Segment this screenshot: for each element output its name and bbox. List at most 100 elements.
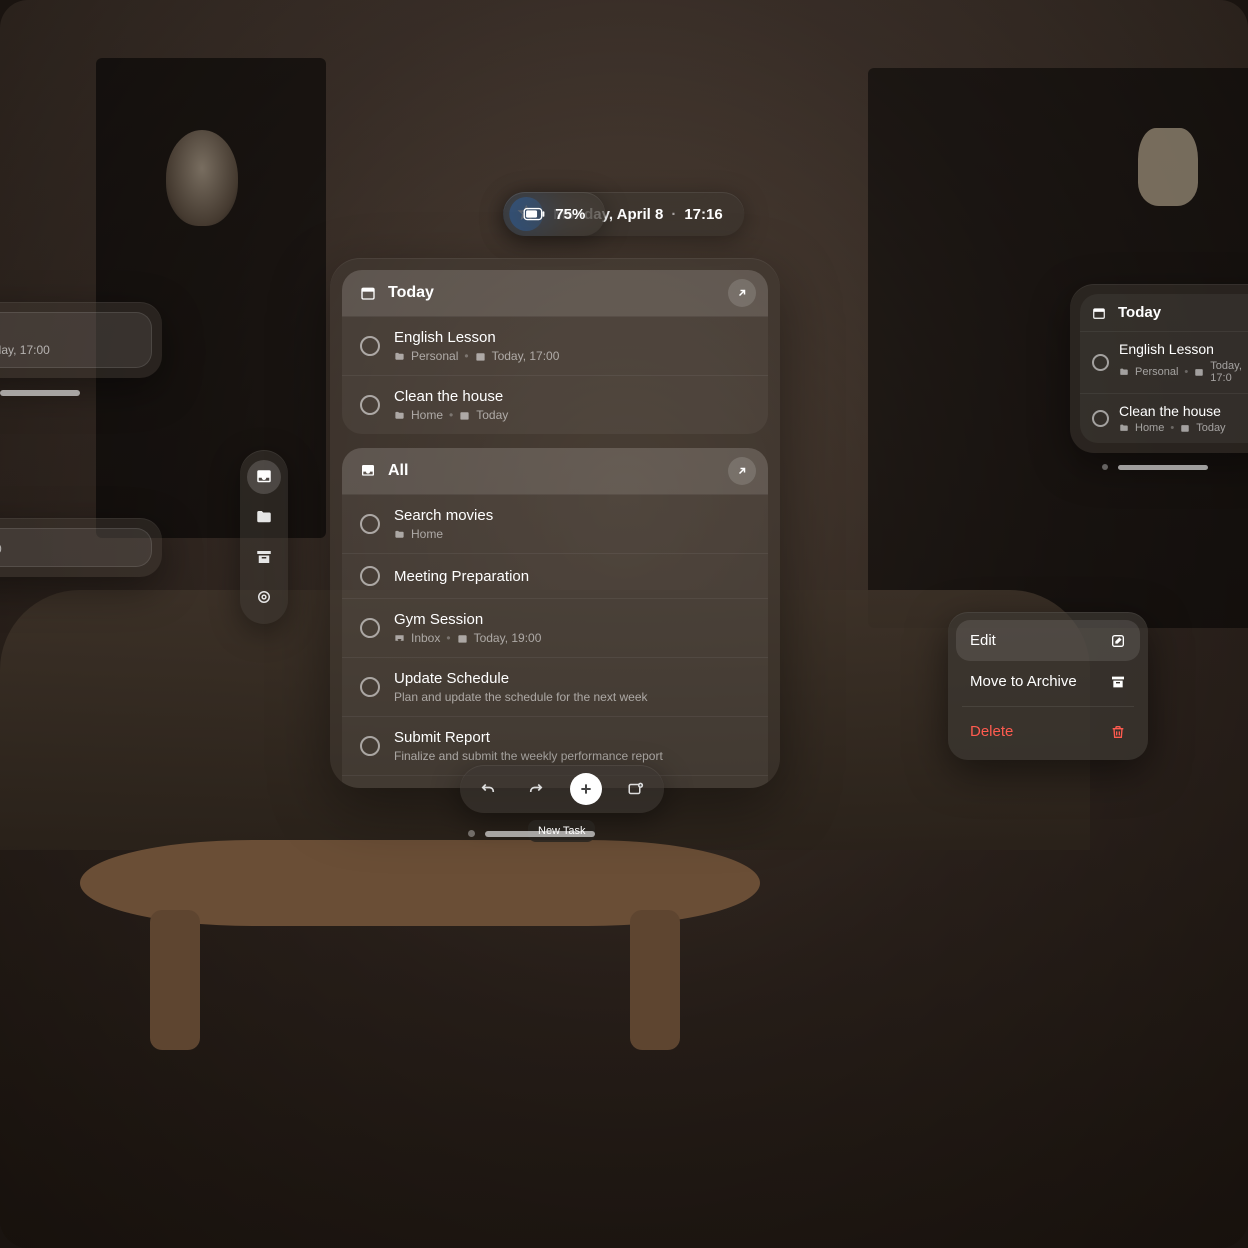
trash-icon — [1110, 724, 1126, 740]
page-dot-active — [1118, 465, 1208, 470]
task-item[interactable]: English Lesson Personal • Today, 17:00 — [342, 316, 768, 375]
status-time: 17:16 — [684, 206, 722, 223]
ctx-label: Move to Archive — [970, 673, 1077, 690]
task-title: Clean the house — [1119, 403, 1226, 419]
gear-icon — [255, 588, 273, 606]
calendar-icon — [360, 285, 376, 301]
calendar-icon — [1194, 367, 1204, 377]
side-nav — [240, 450, 288, 624]
edit-icon — [1110, 633, 1126, 649]
arrow-up-right-icon — [736, 287, 748, 299]
bottom-toolbar — [460, 765, 664, 813]
section-header-today[interactable]: Today — [1080, 294, 1248, 331]
calendar-icon — [457, 633, 468, 644]
task-title: English Lesson — [394, 329, 559, 346]
decor-table-leg — [630, 910, 680, 1050]
battery-percent: 75% — [555, 206, 585, 223]
expand-button[interactable] — [728, 457, 756, 485]
nav-archive[interactable] — [247, 540, 281, 574]
task-checkbox[interactable] — [360, 736, 380, 756]
task-meta: Personal • Today, 17:0 — [1119, 360, 1248, 384]
task-item[interactable]: Search movies Home — [342, 494, 768, 553]
new-task-button[interactable] — [570, 773, 602, 805]
task-meta: Home • Today — [394, 408, 508, 422]
task-checkbox[interactable] — [360, 395, 380, 415]
folder-icon — [255, 508, 273, 526]
section-header-all[interactable]: All — [342, 448, 768, 494]
section-all: All Search movies Home Meeting Preparati… — [342, 448, 768, 788]
page-indicator[interactable] — [468, 830, 595, 837]
inbox-icon — [394, 633, 405, 644]
task-checkbox[interactable] — [360, 677, 380, 697]
page-dot-active — [485, 831, 595, 837]
task-meta: , 19:00 — [0, 542, 139, 556]
ctx-archive[interactable]: Move to Archive — [956, 661, 1140, 702]
task-checkbox[interactable] — [360, 336, 380, 356]
folder-icon — [394, 351, 405, 362]
task-title: Meeting Preparation — [394, 568, 529, 585]
plus-icon — [578, 781, 594, 797]
task-desc: Finalize and submit the weekly performan… — [394, 749, 663, 763]
left-page-indicator — [0, 390, 80, 396]
task-desc: Plan and update the schedule for the nex… — [394, 690, 648, 704]
task-item[interactable]: English Lesson Personal • Today, 17:0 — [1080, 331, 1248, 393]
undo-button[interactable] — [474, 775, 502, 803]
left-card-1[interactable]: sh Today, 17:00 — [0, 302, 162, 378]
section-title: Today — [388, 284, 434, 302]
calendar-icon — [1180, 423, 1190, 433]
new-list-button[interactable] — [622, 775, 650, 803]
section-today: Today English Lesson Personal • Today, 1… — [342, 270, 768, 434]
task-checkbox[interactable] — [360, 514, 380, 534]
list-plus-icon — [627, 780, 645, 798]
nav-folders[interactable] — [247, 500, 281, 534]
redo-icon — [527, 780, 545, 798]
section-title: Today — [1118, 304, 1161, 321]
page-indicator-right[interactable] — [1102, 464, 1208, 470]
section-header-today[interactable]: Today — [342, 270, 768, 316]
left-card-2[interactable]: , 19:00 — [0, 518, 162, 577]
ctx-delete[interactable]: Delete — [956, 711, 1140, 752]
task-item[interactable]: Gym Session Inbox • Today, 19:00 — [342, 598, 768, 657]
arrow-up-right-icon — [736, 465, 748, 477]
task-checkbox[interactable] — [360, 566, 380, 586]
calendar-icon — [475, 351, 486, 362]
task-meta: Home • Today — [1119, 422, 1226, 434]
page-dot — [468, 830, 475, 837]
task-item[interactable]: Update Schedule Plan and update the sche… — [342, 657, 768, 716]
decor-table-leg — [150, 910, 200, 1050]
nav-settings[interactable] — [247, 580, 281, 614]
folder-icon — [394, 410, 405, 421]
task-checkbox[interactable] — [1092, 410, 1109, 427]
task-checkbox[interactable] — [360, 618, 380, 638]
ctx-label: Delete — [970, 723, 1013, 740]
task-item[interactable]: Clean the house Home • Today — [342, 375, 768, 434]
task-title: Search movies — [394, 507, 493, 524]
task-meta: Today, 17:00 — [0, 343, 139, 357]
section-title: All — [388, 462, 408, 480]
task-meta: Personal • Today, 17:00 — [394, 349, 559, 363]
task-meta: Inbox • Today, 19:00 — [394, 631, 541, 645]
expand-button[interactable] — [728, 279, 756, 307]
ctx-separator — [962, 706, 1134, 707]
status-bar: Monday, April 8 · 17:16 75% — [503, 192, 744, 236]
task-item[interactable]: Clean the house Home • Today — [1080, 393, 1248, 443]
folder-icon — [394, 529, 405, 540]
folder-icon — [1119, 367, 1129, 377]
task-checkbox[interactable] — [1092, 354, 1109, 371]
redo-button[interactable] — [522, 775, 550, 803]
status-battery[interactable]: 75% — [503, 192, 605, 236]
task-title: sh — [0, 323, 139, 340]
main-panel: Today English Lesson Personal • Today, 1… — [330, 258, 780, 788]
inbox-icon — [360, 463, 376, 479]
ctx-label: Edit — [970, 632, 996, 649]
ctx-edit[interactable]: Edit — [956, 620, 1140, 661]
task-title: English Lesson — [1119, 341, 1248, 357]
task-item[interactable]: Meeting Preparation — [342, 553, 768, 598]
decor-lamp — [166, 130, 238, 226]
inbox-icon — [255, 468, 273, 486]
nav-inbox[interactable] — [247, 460, 281, 494]
undo-icon — [479, 780, 497, 798]
calendar-icon — [459, 410, 470, 421]
decor-vase — [1138, 128, 1198, 206]
task-title: Update Schedule — [394, 670, 648, 687]
